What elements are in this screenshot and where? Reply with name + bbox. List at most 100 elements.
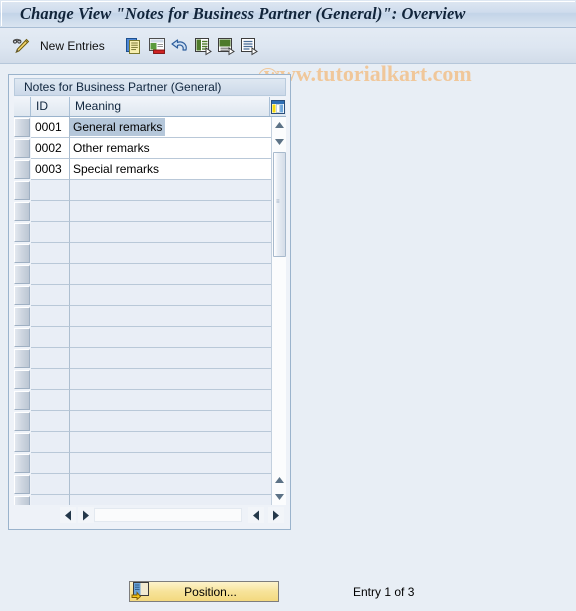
- select-all-button[interactable]: [192, 35, 214, 57]
- delete-button[interactable]: [146, 35, 168, 57]
- cell-id[interactable]: [31, 453, 70, 474]
- cell-id[interactable]: 0001: [31, 117, 70, 138]
- new-entries-button[interactable]: New Entries: [40, 35, 105, 57]
- cell-meaning[interactable]: [70, 327, 271, 348]
- grid-vertical-scrollbar[interactable]: ≡: [271, 117, 286, 505]
- cell-meaning[interactable]: [70, 264, 271, 285]
- cell-meaning[interactable]: General remarks: [70, 117, 271, 138]
- row-selector-cell[interactable]: [14, 244, 30, 263]
- undo-button[interactable]: [169, 35, 191, 57]
- cell-meaning[interactable]: [70, 348, 271, 369]
- table-settings-icon[interactable]: [270, 97, 286, 116]
- table-row[interactable]: [14, 201, 286, 222]
- horizontal-scroll-track[interactable]: [94, 508, 242, 522]
- row-selector-cell[interactable]: [14, 391, 30, 410]
- display-change-button[interactable]: [10, 35, 32, 57]
- scroll-left-icon-2[interactable]: [248, 507, 264, 523]
- cell-id[interactable]: [31, 348, 70, 369]
- scroll-left-icon[interactable]: [60, 507, 76, 523]
- table-row[interactable]: [14, 474, 286, 495]
- row-selector-cell[interactable]: [14, 139, 30, 158]
- row-selector-cell[interactable]: [14, 118, 30, 137]
- cell-meaning[interactable]: [70, 495, 271, 505]
- table-row[interactable]: [14, 243, 286, 264]
- position-button[interactable]: Position...: [129, 581, 279, 602]
- cell-meaning[interactable]: Special remarks: [70, 159, 271, 180]
- row-selector-cell[interactable]: [14, 307, 30, 326]
- row-selector-cell[interactable]: [14, 475, 30, 494]
- cell-id[interactable]: [31, 327, 70, 348]
- cell-meaning[interactable]: [70, 201, 271, 222]
- column-header-id[interactable]: ID: [31, 97, 70, 116]
- row-selector-cell[interactable]: [14, 496, 30, 505]
- row-selector-cell[interactable]: [14, 454, 30, 473]
- row-selector-cell[interactable]: [14, 433, 30, 452]
- cell-id[interactable]: 0002: [31, 138, 70, 159]
- table-row[interactable]: [14, 495, 286, 505]
- table-row[interactable]: 0001 General remarks: [14, 117, 286, 138]
- row-selector-cell[interactable]: [14, 223, 30, 242]
- column-header-meaning[interactable]: Meaning: [70, 97, 270, 116]
- scroll-right-icon[interactable]: [78, 507, 94, 523]
- cell-meaning[interactable]: [70, 411, 271, 432]
- cell-meaning[interactable]: [70, 453, 271, 474]
- cell-id[interactable]: [31, 432, 70, 453]
- scroll-down-icon[interactable]: [272, 134, 286, 149]
- cell-id[interactable]: [31, 474, 70, 495]
- row-selector-cell[interactable]: [14, 286, 30, 305]
- page-up-icon[interactable]: [272, 472, 286, 487]
- table-row[interactable]: [14, 369, 286, 390]
- row-selector-cell[interactable]: [14, 202, 30, 221]
- table-row[interactable]: [14, 285, 286, 306]
- select-block-button[interactable]: [215, 35, 237, 57]
- cell-meaning[interactable]: [70, 306, 271, 327]
- column-header-select[interactable]: [14, 97, 31, 116]
- table-row[interactable]: [14, 306, 286, 327]
- cell-id[interactable]: [31, 264, 70, 285]
- cell-meaning[interactable]: [70, 474, 271, 495]
- table-row[interactable]: [14, 327, 286, 348]
- cell-meaning[interactable]: [70, 243, 271, 264]
- row-selector-cell[interactable]: [14, 412, 30, 431]
- cell-meaning[interactable]: [70, 222, 271, 243]
- table-row[interactable]: [14, 222, 286, 243]
- page-down-icon[interactable]: [272, 489, 286, 504]
- grid-horizontal-scrollbar[interactable]: [60, 507, 286, 524]
- table-row[interactable]: [14, 453, 286, 474]
- cell-id[interactable]: [31, 495, 70, 505]
- cell-meaning[interactable]: [70, 285, 271, 306]
- cell-id[interactable]: [31, 306, 70, 327]
- cell-meaning[interactable]: [70, 369, 271, 390]
- cell-id[interactable]: [31, 285, 70, 306]
- cell-id[interactable]: [31, 222, 70, 243]
- cell-id[interactable]: [31, 390, 70, 411]
- cell-id[interactable]: [31, 411, 70, 432]
- table-row[interactable]: 0002 Other remarks: [14, 138, 286, 159]
- table-row[interactable]: [14, 390, 286, 411]
- cell-id[interactable]: [31, 369, 70, 390]
- cell-meaning[interactable]: [70, 432, 271, 453]
- scrollbar-thumb[interactable]: ≡: [273, 152, 286, 257]
- table-row[interactable]: [14, 348, 286, 369]
- scroll-up-icon[interactable]: [272, 117, 286, 132]
- table-row[interactable]: [14, 264, 286, 285]
- row-selector-cell[interactable]: [14, 328, 30, 347]
- cell-meaning[interactable]: [70, 390, 271, 411]
- cell-id[interactable]: 0003: [31, 159, 70, 180]
- deselect-all-button[interactable]: [238, 35, 260, 57]
- row-selector-cell[interactable]: [14, 265, 30, 284]
- cell-meaning[interactable]: Other remarks: [70, 138, 271, 159]
- row-selector-cell[interactable]: [14, 370, 30, 389]
- table-row[interactable]: 0003 Special remarks: [14, 159, 286, 180]
- scroll-right-icon-2[interactable]: [268, 507, 284, 523]
- copy-as-button[interactable]: [123, 35, 145, 57]
- table-row[interactable]: [14, 180, 286, 201]
- row-selector-cell[interactable]: [14, 181, 30, 200]
- table-row[interactable]: [14, 411, 286, 432]
- cell-meaning[interactable]: [70, 180, 271, 201]
- cell-id[interactable]: [31, 180, 70, 201]
- row-selector-cell[interactable]: [14, 349, 30, 368]
- cell-id[interactable]: [31, 201, 70, 222]
- row-selector-cell[interactable]: [14, 160, 30, 179]
- table-row[interactable]: [14, 432, 286, 453]
